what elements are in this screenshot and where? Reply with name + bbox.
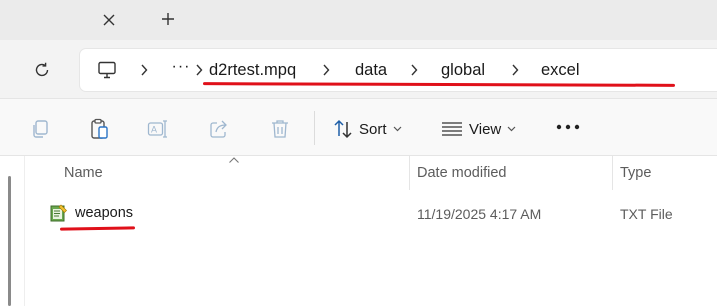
sort-icon: [334, 119, 352, 139]
close-icon: [103, 14, 115, 26]
annotation-underline: [202, 82, 676, 87]
breadcrumb-separator[interactable]: [192, 62, 206, 78]
breadcrumb-separator[interactable]: [508, 62, 522, 78]
file-date-modified: 11/19/2025 4:17 AM: [417, 206, 542, 222]
breadcrumb-d2rtest-mpq[interactable]: d2rtest.mpq: [207, 60, 298, 80]
breadcrumb-separator[interactable]: [319, 62, 333, 78]
close-tab-button[interactable]: [96, 8, 122, 32]
copy-icon: [33, 120, 48, 138]
table-row[interactable]: weapons 11/19/2025 4:17 AM TXT File: [40, 198, 717, 228]
paste-icon: [91, 118, 108, 139]
breadcrumb-data[interactable]: data: [353, 60, 389, 80]
rename-button[interactable]: A: [146, 117, 170, 141]
sort-label: Sort: [359, 120, 387, 138]
pane-divider: [24, 156, 25, 306]
this-pc-icon: [98, 61, 116, 79]
command-bar: A Sort View: [0, 98, 717, 156]
share-icon: [210, 120, 227, 138]
column-header-type[interactable]: Type: [620, 165, 651, 181]
file-type: TXT File: [620, 206, 673, 222]
chevron-down-icon: [393, 126, 401, 132]
sort-button[interactable]: Sort: [333, 117, 402, 141]
column-divider[interactable]: [409, 156, 410, 190]
column-header-name[interactable]: Name: [64, 165, 103, 181]
plus-icon: [162, 13, 174, 25]
breadcrumb-excel[interactable]: excel: [539, 60, 582, 80]
more-options-icon: [556, 124, 580, 130]
view-label: View: [469, 120, 502, 138]
breadcrumb-global[interactable]: global: [439, 60, 487, 80]
command-separator: [314, 111, 315, 145]
share-button[interactable]: [207, 117, 231, 141]
this-pc-button[interactable]: [95, 59, 119, 81]
view-icon: [442, 122, 462, 136]
annotation-underline: [59, 226, 136, 231]
copy-button[interactable]: [28, 117, 52, 141]
chevron-right-icon: [323, 64, 330, 76]
navigation-bar: ··· d2rtest.mpq data global excel: [0, 40, 717, 98]
new-tab-button[interactable]: [154, 6, 182, 32]
column-divider[interactable]: [612, 156, 613, 190]
view-button[interactable]: View: [441, 117, 516, 141]
rename-icon: A: [147, 120, 167, 138]
chevron-right-icon: [196, 64, 203, 76]
breadcrumb-separator[interactable]: [407, 62, 421, 78]
chevron-right-icon: [512, 64, 519, 76]
file-name: weapons: [75, 205, 134, 221]
breadcrumb-separator[interactable]: [137, 62, 151, 78]
navigation-pane-scrollbar[interactable]: [8, 176, 11, 306]
delete-icon: [272, 120, 288, 138]
chevron-right-icon: [411, 64, 418, 76]
tab-strip: [0, 0, 717, 40]
column-header-date-modified[interactable]: Date modified: [417, 165, 506, 181]
address-bar[interactable]: ··· d2rtest.mpq data global excel: [80, 49, 717, 91]
paste-button[interactable]: [87, 117, 111, 141]
notepad-file-icon: [50, 204, 67, 222]
more-options-button[interactable]: [553, 115, 583, 139]
chevron-right-icon: [141, 64, 148, 76]
sort-ascending-icon: [229, 157, 239, 163]
file-list: Name Date modified Type weapons 11/19/20…: [0, 156, 717, 306]
svg-text:A: A: [151, 125, 157, 135]
refresh-button[interactable]: [28, 56, 56, 84]
chevron-down-icon: [507, 126, 516, 132]
breadcrumb-overflow-button[interactable]: ···: [171, 59, 191, 79]
delete-button[interactable]: [268, 117, 292, 141]
refresh-icon: [35, 62, 49, 77]
